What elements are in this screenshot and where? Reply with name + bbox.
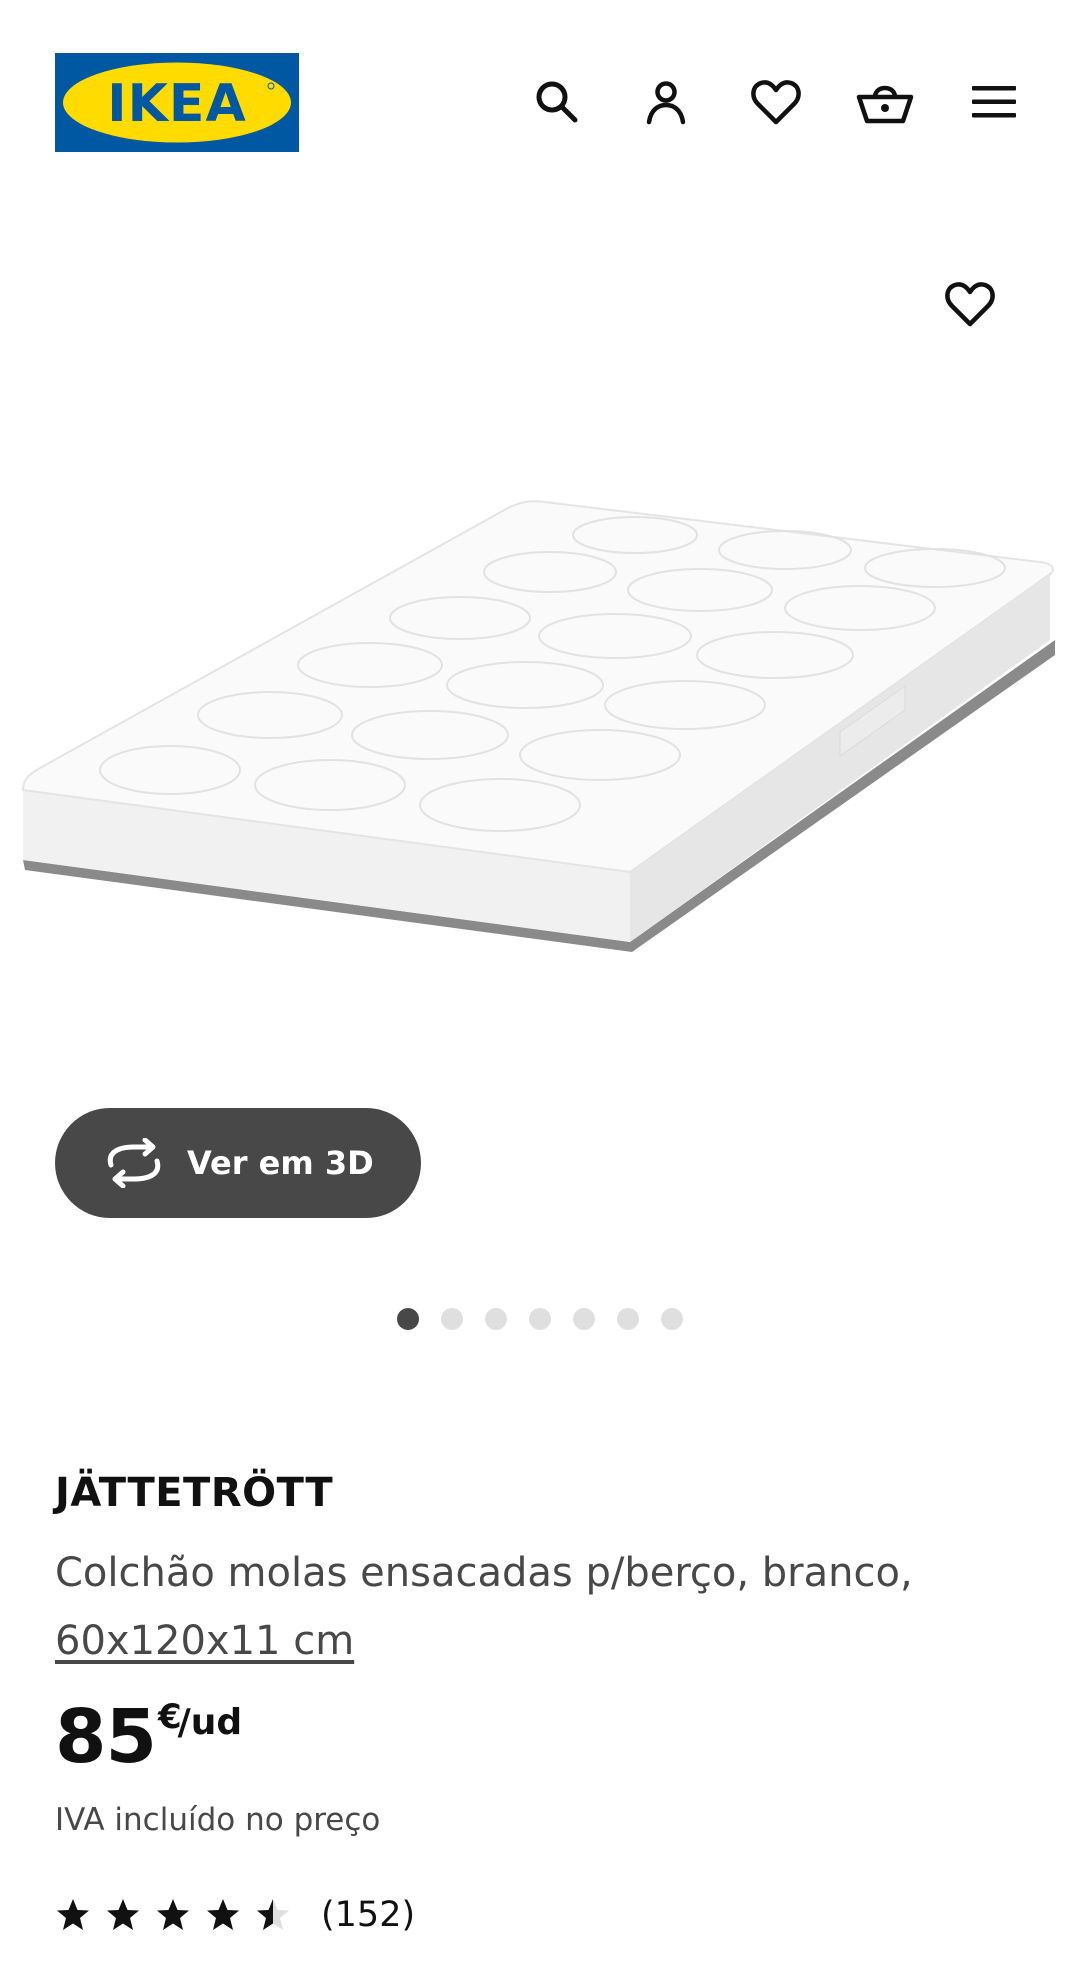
gallery-dot-4[interactable] [529, 1308, 551, 1330]
product-price: 85€/ud [55, 1692, 242, 1782]
mattress-product-image[interactable] [20, 500, 1060, 980]
star-icon [157, 1899, 189, 1930]
ikea-logo-graphic: IKEA [55, 53, 299, 152]
star-icon [57, 1899, 89, 1930]
star-icon [257, 1899, 289, 1930]
gallery-pagination [397, 1308, 683, 1332]
basket-icon[interactable] [855, 72, 915, 132]
search-icon[interactable] [527, 72, 587, 132]
product-name: JÄTTETRÖTT [55, 1470, 334, 1516]
view-in-3d-label: Ver em 3D [187, 1144, 374, 1182]
heart-icon[interactable] [746, 72, 806, 132]
add-to-favourites-heart-icon[interactable] [938, 272, 1002, 336]
product-description: Colchão molas ensacadas p/berço, branco, [55, 1550, 913, 1596]
ikea-logo[interactable]: IKEA [55, 53, 299, 152]
product-size-link[interactable]: 60x120x11 cm [55, 1618, 354, 1664]
star-icon [107, 1899, 139, 1930]
product-gallery[interactable]: Ver em 3D [0, 170, 1080, 1400]
star-icon [207, 1899, 239, 1930]
gallery-dot-2[interactable] [441, 1308, 463, 1330]
gallery-dot-3[interactable] [485, 1308, 507, 1330]
product-rating[interactable]: (152) [55, 1890, 415, 1940]
gallery-dot-6[interactable] [617, 1308, 639, 1330]
rotate-3d-icon [107, 1138, 161, 1188]
view-in-3d-button[interactable]: Ver em 3D [55, 1108, 421, 1218]
price-unit: /ud [177, 1702, 243, 1743]
price-integer: 85 [55, 1694, 157, 1780]
vat-note: IVA incluído no preço [55, 1802, 381, 1838]
account-icon[interactable] [636, 72, 696, 132]
rating-count: (152) [321, 1895, 416, 1935]
rating-stars [55, 1897, 291, 1933]
gallery-dot-1[interactable] [397, 1308, 419, 1330]
header: IKEA [0, 0, 1080, 170]
menu-icon[interactable] [964, 72, 1024, 132]
gallery-dot-7[interactable] [661, 1308, 683, 1330]
svg-text:IKEA: IKEA [107, 74, 246, 134]
gallery-dot-5[interactable] [573, 1308, 595, 1330]
